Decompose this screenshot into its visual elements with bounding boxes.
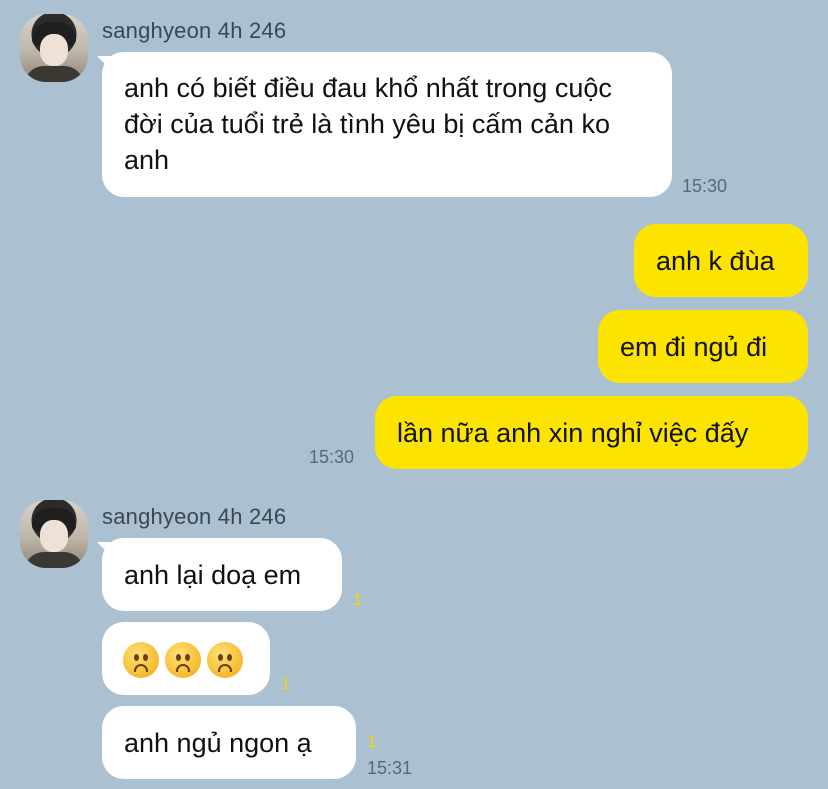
sender-avatar[interactable] [20,14,88,82]
outgoing-message[interactable]: lần nữa anh xin nghỉ việc đấy [375,396,808,469]
message-text: anh có biết điều đau khổ nhất trong cuộc… [124,73,612,175]
incoming-message[interactable] [102,622,270,695]
sender-avatar[interactable] [20,500,88,568]
sender-name: sanghyeon 4h 246 [102,504,287,529]
frowning-face-emoji [123,641,159,678]
message-text: anh k đùa [656,246,775,276]
frowning-face-emoji [207,641,243,678]
message-timestamp: 15:30 [682,176,728,196]
sender-name: sanghyeon 4h 246 [102,18,287,43]
outgoing-message[interactable]: em đi ngủ đi [598,310,808,383]
message-text: anh lại doạ em [124,560,302,590]
incoming-message[interactable]: anh lại doạ em [102,538,342,611]
unread-count: 1 [353,590,363,609]
message-timestamp: 15:30 [309,447,355,467]
incoming-message[interactable]: anh ngủ ngon ạ [102,706,356,779]
message-timestamp: 15:31 [367,758,413,778]
unread-count: 1 [367,732,377,751]
message-text: em đi ngủ đi [620,332,768,362]
frowning-face-emoji [165,641,201,678]
outgoing-message[interactable]: anh k đùa [634,224,808,297]
message-text: lần nữa anh xin nghỉ việc đấy [397,418,749,448]
message-text: anh ngủ ngon ạ [124,728,312,758]
incoming-message[interactable]: anh có biết điều đau khổ nhất trong cuộc… [102,52,672,197]
unread-count: 1 [281,674,291,693]
